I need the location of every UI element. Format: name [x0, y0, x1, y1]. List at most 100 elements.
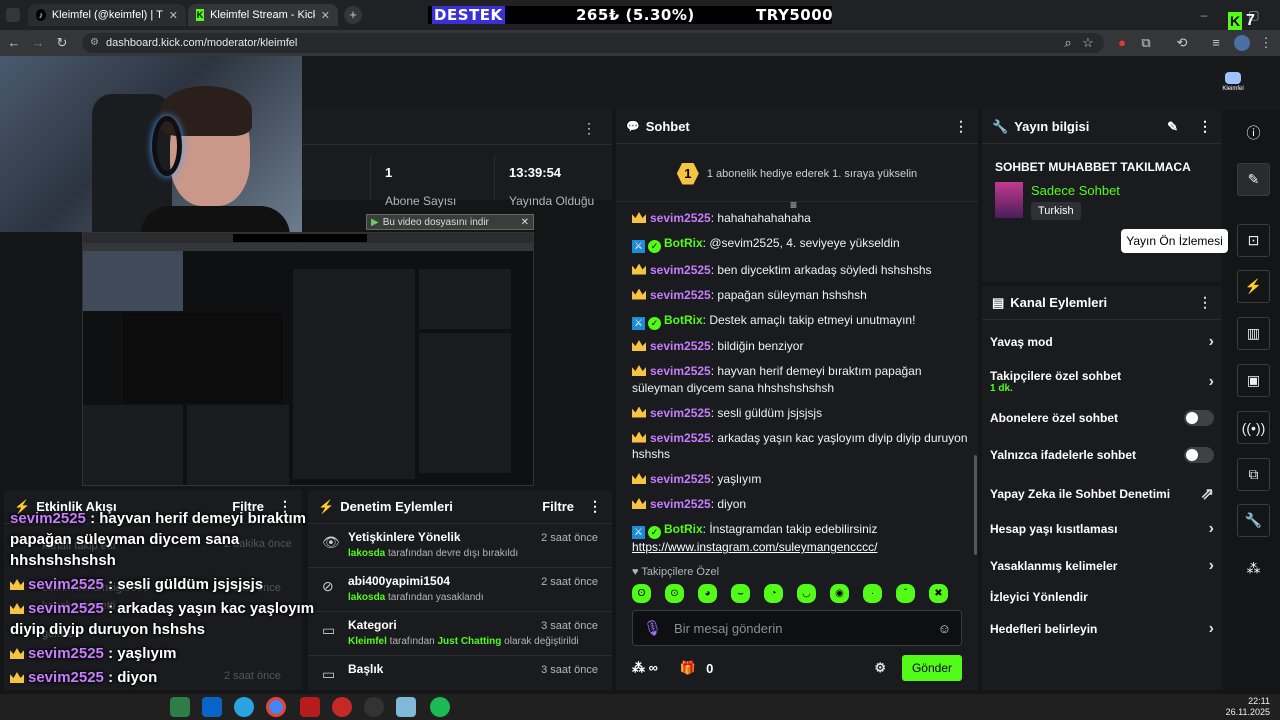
emote-icon[interactable]: ˘: [896, 584, 915, 603]
channel-action-item[interactable]: Abonelere özel sohbet: [982, 410, 1222, 426]
emote-icon[interactable]: ·: [863, 584, 882, 603]
emote-icon[interactable]: ◉: [830, 584, 849, 603]
broadcast-icon[interactable]: ((•)): [1237, 411, 1270, 444]
channel-actions-menu-icon[interactable]: ⋮: [1198, 294, 1212, 311]
browser-menu-icon[interactable]: ⋮: [1258, 35, 1274, 51]
tools-wrench-icon[interactable]: 🔧: [1237, 504, 1270, 537]
minimize-icon[interactable]: –: [1200, 8, 1207, 22]
channel-action-item[interactable]: Hesap yaşı kısıtlaması ›: [982, 520, 1222, 538]
chat-username[interactable]: BotRix: [664, 313, 703, 327]
chat-username[interactable]: sevim2525: [650, 497, 711, 511]
toggle-switch[interactable]: [1184, 447, 1214, 463]
tab-kick-dashboard[interactable]: K Kleimfel Stream - Kick Dashboa ✕: [188, 4, 338, 26]
moderation-item[interactable]: ▭ Kategori Kleimfel tarafından Just Chatti…: [308, 612, 612, 656]
chat-username[interactable]: sevim2525: [650, 288, 711, 302]
reading-list-icon[interactable]: ≡: [1208, 35, 1224, 51]
emoji-icon[interactable]: ☺: [938, 621, 951, 636]
app-icon[interactable]: [396, 697, 416, 717]
chat-username[interactable]: sevim2525: [650, 211, 711, 225]
chat-scrollbar[interactable]: [974, 455, 977, 555]
chat-username[interactable]: sevim2525: [650, 406, 711, 420]
chat-username[interactable]: sevim2525: [650, 472, 711, 486]
channel-action-item[interactable]: Hedefleri belirleyin ›: [982, 620, 1222, 638]
channel-action-item[interactable]: İzleyici Yönlendir: [982, 590, 1222, 604]
microphone-icon[interactable]: 🎙: [643, 619, 662, 637]
channel-action-item[interactable]: Yapay Zeka ile Sohbet Denetimi ⇗: [982, 484, 1222, 504]
moderation-filter-button[interactable]: Filtre: [542, 499, 574, 514]
chat-username[interactable]: sevim2525: [650, 263, 711, 277]
extensions-puzzle-icon[interactable]: ⧉: [1138, 35, 1154, 51]
emote-icon[interactable]: ◡: [797, 584, 816, 603]
chrome-icon[interactable]: [266, 697, 286, 717]
multi-view-icon[interactable]: ⧉: [1237, 458, 1270, 491]
stats-menu-icon[interactable]: ⋮: [582, 120, 596, 137]
edit-stream-icon[interactable]: ✎: [1237, 163, 1270, 196]
app-icon[interactable]: [332, 697, 352, 717]
emote-icon[interactable]: ✖: [929, 584, 948, 603]
history-icon[interactable]: ⟲: [1174, 35, 1190, 51]
channel-action-item[interactable]: Yalnızca ifadelerle sohbet: [982, 447, 1222, 463]
outlook-icon[interactable]: [202, 697, 222, 717]
chat-username[interactable]: sevim2525: [650, 364, 711, 378]
category-name[interactable]: Sadece Sohbet: [1031, 183, 1120, 198]
chat-input[interactable]: 🎙 Bir mesaj gönderin ☺: [632, 610, 962, 646]
channel-action-label: Abonelere özel sohbet: [990, 411, 1118, 425]
moderation-actor[interactable]: lakosda: [348, 548, 385, 559]
profile-avatar-icon[interactable]: [1234, 35, 1250, 51]
chat-settings-icon[interactable]: ⚙: [874, 660, 886, 676]
moderation-item[interactable]: ⊘ abi400yapimi1504 lakosda tarafından yasa…: [308, 568, 612, 612]
channel-action-item[interactable]: Takipçilere özel sohbet 1 dk. ›: [982, 369, 1222, 394]
emote-icon[interactable]: ⊙: [665, 584, 684, 603]
chat-username[interactable]: sevim2525: [650, 431, 711, 445]
stream-info-menu-icon[interactable]: ⋮: [1198, 118, 1212, 135]
chat-username[interactable]: sevim2525: [650, 339, 711, 353]
close-icon[interactable]: ✕: [521, 217, 529, 228]
notes-icon[interactable]: ▥: [1237, 317, 1270, 350]
chat-link[interactable]: https://www.instagram.com/suleymangenccc…: [632, 540, 877, 554]
send-button[interactable]: Gönder: [901, 655, 962, 681]
game-icon[interactable]: [300, 697, 320, 717]
gift-icon[interactable]: 🎁: [680, 660, 696, 676]
moderation-item[interactable]: 👁 Yetişkinlere Yönelik lakosda tarafından …: [308, 524, 612, 568]
stream-preview-icon[interactable]: ⊡: [1237, 224, 1270, 257]
close-tab-icon[interactable]: ✕: [321, 9, 330, 22]
reload-icon[interactable]: ↻: [54, 35, 70, 51]
moderation-actor[interactable]: lakosda: [348, 592, 385, 603]
extension-record-icon[interactable]: ●: [1114, 35, 1130, 51]
forward-icon[interactable]: →: [30, 35, 46, 51]
chat-popout-icon[interactable]: ▣: [1237, 364, 1270, 397]
emote-icon[interactable]: ʘ: [632, 584, 651, 603]
channel-action-item[interactable]: Yasaklanmış kelimeler ›: [982, 557, 1222, 575]
info-icon[interactable]: ⓘ: [1237, 120, 1270, 146]
profile-menu[interactable]: Kleimfel: [1222, 72, 1244, 94]
channel-action-item[interactable]: Yavaş mod ›: [982, 333, 1222, 351]
channel-points-icon[interactable]: ⁂ ∞: [632, 660, 658, 676]
chat-username[interactable]: BotRix: [664, 236, 703, 250]
obs-icon[interactable]: [364, 697, 384, 717]
download-video-button[interactable]: ▶ Bu video dosyasını indir ✕: [366, 214, 534, 230]
emote-icon[interactable]: ◔: [764, 584, 783, 603]
chat-username[interactable]: BotRix: [664, 522, 703, 536]
telegram-icon[interactable]: [234, 697, 254, 717]
emote-icon[interactable]: ◕: [698, 584, 717, 603]
new-tab-button[interactable]: +: [344, 6, 362, 24]
spotify-icon[interactable]: [430, 697, 450, 717]
moderation-actor[interactable]: Kleimfel: [348, 636, 387, 647]
quick-actions-icon[interactable]: ⚡: [1237, 270, 1270, 303]
zoom-icon[interactable]: ⌕: [1060, 35, 1076, 51]
edit-pencil-icon[interactable]: ✎: [1167, 119, 1178, 135]
emote-icon[interactable]: ⌣: [731, 584, 750, 603]
site-info-icon[interactable]: ⚙: [90, 33, 99, 53]
back-icon[interactable]: ←: [6, 35, 22, 51]
points-icon[interactable]: ⁂: [1237, 558, 1270, 578]
taskbar-app-icon[interactable]: [170, 697, 190, 717]
tab-search-icon[interactable]: [6, 8, 20, 22]
close-tab-icon[interactable]: ✕: [169, 9, 178, 22]
taskbar-clock[interactable]: 22:11 26.11.2025: [1226, 696, 1270, 718]
url-input[interactable]: ⚙ dashboard.kick.com/moderator/kleimfel: [82, 33, 1104, 53]
toggle-switch[interactable]: [1184, 410, 1214, 426]
tab-tiktok[interactable]: ♪ Kleimfel (@keimfel) | TikTok ✕: [28, 4, 186, 26]
bookmark-star-icon[interactable]: ☆: [1080, 35, 1096, 51]
chat-menu-icon[interactable]: ⋮: [954, 118, 968, 135]
moderation-menu-icon[interactable]: ⋮: [588, 498, 602, 515]
